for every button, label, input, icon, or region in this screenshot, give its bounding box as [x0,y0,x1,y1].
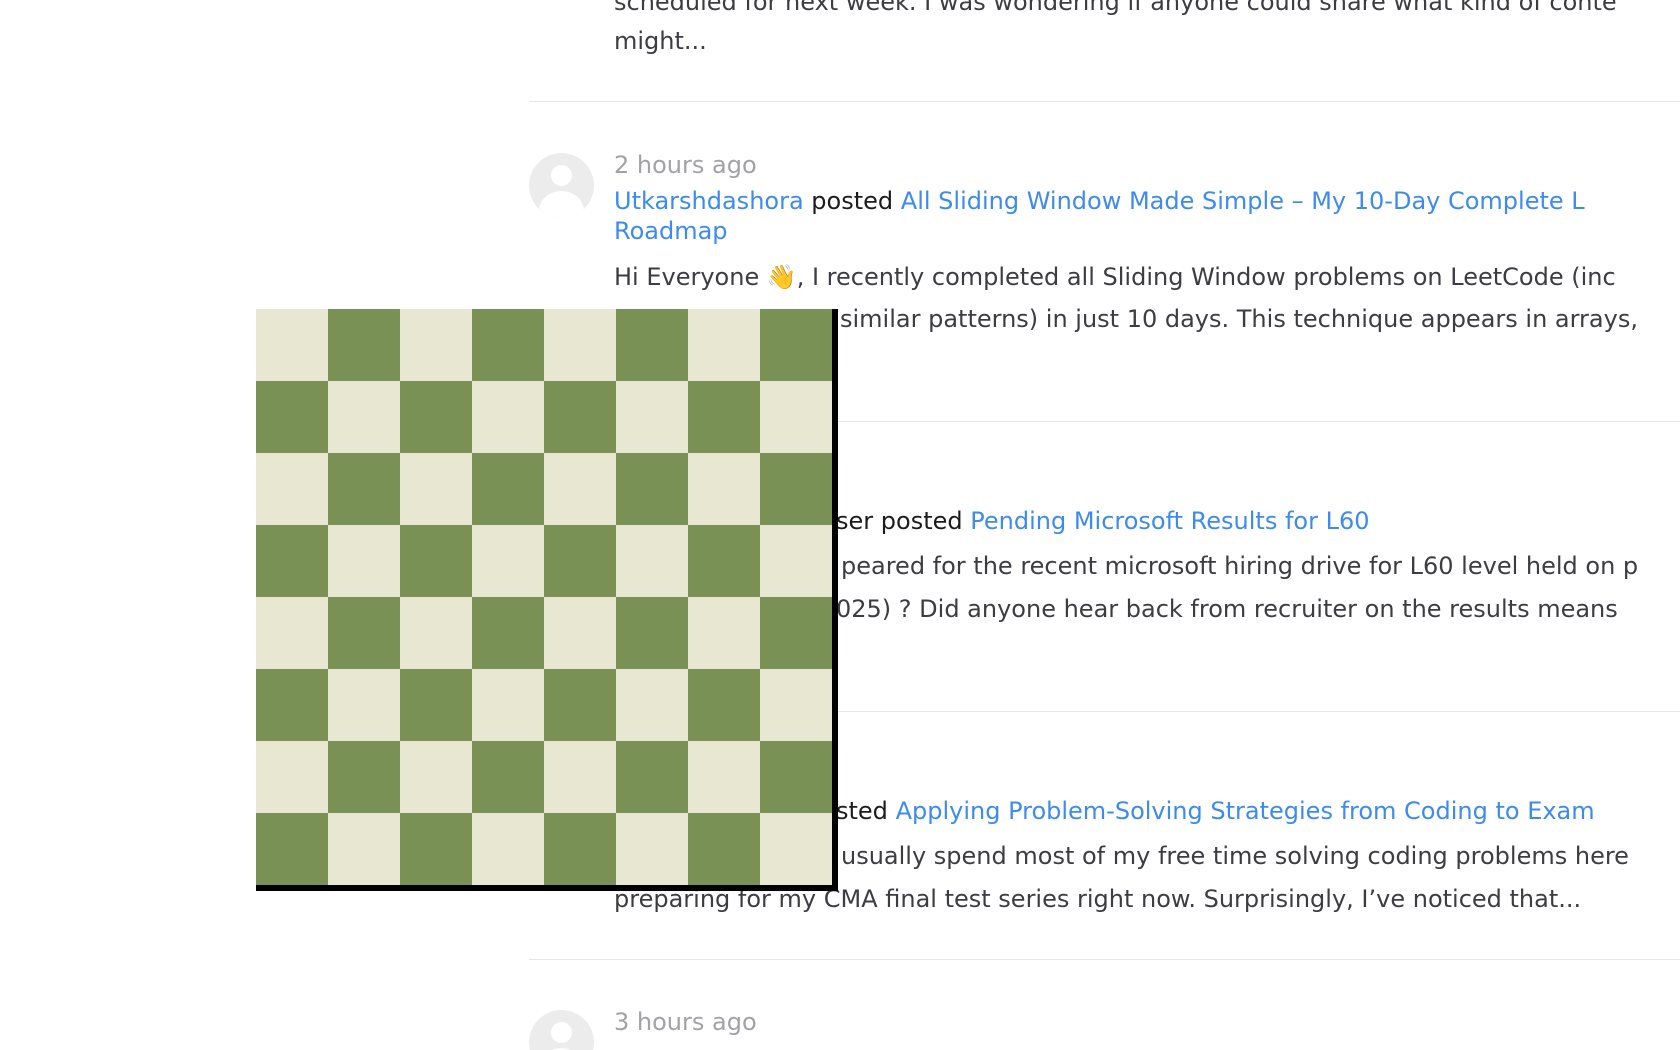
board-square[interactable] [760,597,832,669]
board-square[interactable] [616,597,688,669]
board-square[interactable] [472,669,544,741]
board-square[interactable] [328,453,400,525]
chessboard-overlay[interactable] [256,309,838,891]
avatar[interactable] [529,1010,594,1050]
board-square[interactable] [256,453,328,525]
author-link-fragment[interactable]: ser [836,507,873,535]
board-square[interactable] [544,813,616,885]
board-square[interactable] [760,813,832,885]
board-square[interactable] [328,381,400,453]
board-square[interactable] [400,669,472,741]
post-header-line: Roadmap [614,215,728,247]
board-square[interactable] [472,525,544,597]
board-square[interactable] [544,669,616,741]
board-square[interactable] [616,381,688,453]
board-square[interactable] [544,525,616,597]
board-square[interactable] [688,669,760,741]
board-square[interactable] [256,525,328,597]
board-square[interactable] [256,597,328,669]
board-square[interactable] [256,381,328,453]
board-square[interactable] [328,741,400,813]
post-verb: posted [880,507,963,535]
board-square[interactable] [400,381,472,453]
post-divider [529,101,1680,102]
board-square[interactable] [544,741,616,813]
post-excerpt-line: similar patterns) in just 10 days. This … [840,305,1638,333]
board-square[interactable] [256,669,328,741]
avatar-head-icon [551,165,572,186]
board-square[interactable] [472,741,544,813]
post-timestamp: 2 hours ago [614,151,757,179]
board-square[interactable] [328,597,400,669]
board-square[interactable] [760,309,832,381]
post-title-link[interactable]: Applying Problem-Solving Strategies from… [896,797,1595,825]
board-square[interactable] [256,309,328,381]
board-square[interactable] [256,813,328,885]
board-square[interactable] [760,669,832,741]
board-square[interactable] [616,741,688,813]
board-square[interactable] [616,309,688,381]
board-square[interactable] [544,453,616,525]
board-square[interactable] [616,525,688,597]
post-title-link[interactable]: Pending Microsoft Results for L60 [970,507,1369,535]
board-square[interactable] [688,597,760,669]
board-square[interactable] [616,453,688,525]
board-square[interactable] [400,525,472,597]
board-square[interactable] [328,525,400,597]
post-divider [529,959,1680,960]
post-excerpt-line: usually spend most of my free time solvi… [841,842,1629,870]
avatar[interactable] [529,153,594,218]
post-title-link[interactable]: All Sliding Window Made Simple – My 10-D… [901,187,1585,215]
board-square[interactable] [256,741,328,813]
board-square[interactable] [760,381,832,453]
post-title-link-continued[interactable]: Roadmap [614,217,728,245]
board-square[interactable] [688,381,760,453]
author-link[interactable]: Utkarshdashora [614,187,804,215]
board-square[interactable] [472,381,544,453]
post-timestamp: 3 hours ago [614,1008,757,1036]
board-square[interactable] [688,453,760,525]
board-square[interactable] [544,597,616,669]
post-header-line: Utkarshdashora posted All Sliding Window… [614,185,1585,217]
post-excerpt-line: Hi Everyone 👋, I recently completed all … [614,263,1616,291]
board-square[interactable] [328,309,400,381]
board-square[interactable] [328,813,400,885]
board-square[interactable] [472,453,544,525]
post-excerpt-line: scheduled for next week. I was wondering… [614,0,1617,16]
board-square[interactable] [616,813,688,885]
board-square[interactable] [544,309,616,381]
board-square[interactable] [400,741,472,813]
board-square[interactable] [688,525,760,597]
post-header-line: sted Applying Problem-Solving Strategies… [836,795,1595,827]
board-square[interactable] [472,813,544,885]
post-verb: posted [811,187,894,215]
board-square[interactable] [400,453,472,525]
board-square[interactable] [760,453,832,525]
avatar-head-icon [551,1022,572,1043]
post-header-line: ser posted Pending Microsoft Results for… [836,505,1370,537]
board-square[interactable] [400,309,472,381]
post-excerpt-line: might... [614,27,707,55]
board-square[interactable] [688,309,760,381]
post-verb-fragment: sted [836,797,888,825]
board-square[interactable] [688,741,760,813]
board-square[interactable] [760,525,832,597]
board-square[interactable] [472,309,544,381]
post-excerpt-line: 025) ? Did anyone hear back from recruit… [836,595,1618,623]
board-square[interactable] [400,813,472,885]
board-square[interactable] [688,813,760,885]
board-square[interactable] [544,381,616,453]
board-square[interactable] [328,669,400,741]
avatar-body-icon [539,191,584,218]
post-excerpt-line: peared for the recent microsoft hiring d… [841,552,1639,580]
board-square[interactable] [616,669,688,741]
board-square[interactable] [472,597,544,669]
board-square[interactable] [400,597,472,669]
board-square[interactable] [760,741,832,813]
